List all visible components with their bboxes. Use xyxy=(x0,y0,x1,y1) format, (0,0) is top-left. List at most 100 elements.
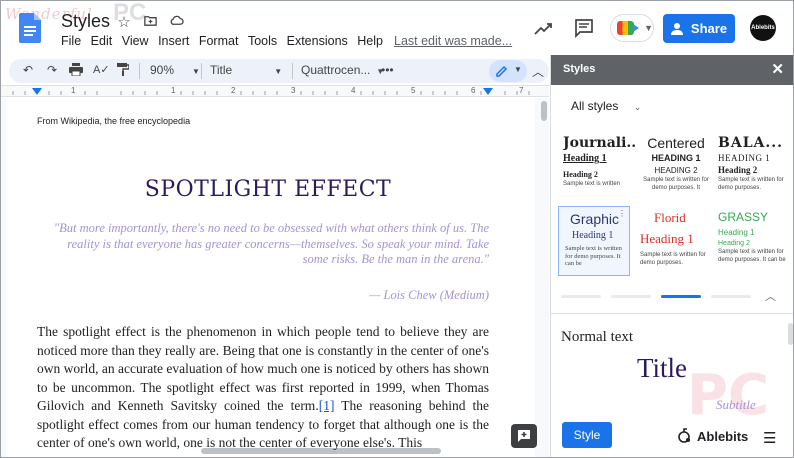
ruler-number: 3 xyxy=(291,86,296,95)
right-indent-marker[interactable] xyxy=(483,88,493,95)
ruler-number: 4 xyxy=(351,86,356,95)
toolbar: ↶ ↷ A✓ 90% ▼ Title ▼ Quattrocen... ▼ ••• ▼ … xyxy=(9,59,549,83)
avatar[interactable]: Ablebits xyxy=(750,15,776,41)
source-line: From Wikipedia, the free encyclopedia xyxy=(37,116,191,126)
carousel-page-indicator[interactable] xyxy=(611,295,651,298)
chevron-down-icon: ▼ xyxy=(514,65,522,74)
cloud-status-icon[interactable] xyxy=(167,13,185,32)
styles-filter-value: All styles xyxy=(571,99,619,113)
header: Wonderful PC Styles ☆ File Edit View Ins… xyxy=(1,1,793,55)
chevron-down-icon: ▼ xyxy=(274,67,283,76)
style-tile-graphic[interactable]: Graphic Heading 1 Sample text is written… xyxy=(558,206,630,276)
pencil-icon xyxy=(496,65,508,77)
style-tile-grassy[interactable]: GRASSY Heading 1 Heading 2 Sample text i… xyxy=(718,210,790,280)
paint-format-icon[interactable] xyxy=(117,63,130,79)
title-icons: ☆ xyxy=(115,13,185,32)
explore-button[interactable] xyxy=(511,424,537,448)
menu-view[interactable]: View xyxy=(122,34,149,48)
docs-logo-icon[interactable] xyxy=(19,13,41,43)
meet-button[interactable]: ▼ xyxy=(610,14,654,42)
ablebits-label: Ablebits xyxy=(697,428,749,444)
tile-body: Sample text is written for demo purposes… xyxy=(643,177,709,191)
menu-icon[interactable]: ☰ xyxy=(763,429,776,447)
preview-title: Title xyxy=(637,353,688,383)
menu-file[interactable]: File xyxy=(61,34,81,48)
share-button[interactable]: Share xyxy=(663,14,735,43)
ruler-number: 1 xyxy=(71,86,76,95)
move-icon[interactable] xyxy=(141,13,159,32)
left-indent-marker[interactable] xyxy=(32,88,42,95)
carousel-page-indicator-active[interactable] xyxy=(661,295,701,298)
app-window: Wonderful PC Styles ☆ File Edit View Ins… xyxy=(0,0,794,458)
tile-title: Florid xyxy=(654,210,686,225)
tile-body: Sample text is written xyxy=(563,181,621,187)
panel-scrollbar[interactable] xyxy=(788,323,793,345)
redo-icon[interactable]: ↷ xyxy=(47,63,57,77)
menu-help[interactable]: Help xyxy=(357,34,383,48)
tile-heading2: Heading 2 xyxy=(563,170,598,179)
vertical-scrollbar[interactable] xyxy=(541,101,547,121)
chevron-up-icon[interactable]: ︿ xyxy=(765,288,776,304)
ruler[interactable]: 1 1 2 3 4 5 6 7 xyxy=(1,85,549,97)
ablebits-brand[interactable]: Ablebits xyxy=(677,428,748,444)
tile-heading1: HEADING 1 xyxy=(718,153,771,163)
print-icon[interactable] xyxy=(69,63,83,79)
ruler-number: 6 xyxy=(471,86,476,95)
chevron-down-icon: ▼ xyxy=(192,67,200,76)
preview-normal-text: Normal text xyxy=(561,329,634,345)
citation-link[interactable]: [1] xyxy=(319,398,335,413)
menu-format[interactable]: Format xyxy=(199,34,239,48)
style-value: Title xyxy=(210,63,233,77)
ruler-number: 7 xyxy=(519,86,524,95)
star-icon[interactable]: ☆ xyxy=(115,13,133,32)
editing-mode-button[interactable]: ▼ xyxy=(489,60,527,82)
tile-heading1: Heading 1 xyxy=(572,230,614,241)
more-vert-icon[interactable]: ⋮ xyxy=(618,209,626,218)
tile-body: Sample text is written for demo purposes… xyxy=(640,252,706,266)
body-paragraph: The spotlight effect is the phenomenon i… xyxy=(37,323,489,453)
style-tile-balance[interactable]: BALA... HEADING 1 Heading 2 Sample text … xyxy=(718,135,790,205)
document-heading: SPOTLIGHT EFFECT xyxy=(144,177,392,202)
zoom-select[interactable]: 90% ▼ xyxy=(150,63,200,77)
tile-heading1: HEADING 1 xyxy=(651,153,701,163)
collapse-toolbar-icon[interactable]: ︿ xyxy=(532,63,544,80)
style-tile-centered[interactable]: Centered HEADING 1 HEADING 2 Sample text… xyxy=(640,135,712,205)
carousel-page-indicator[interactable] xyxy=(711,295,751,298)
style-button[interactable]: Style xyxy=(562,422,612,448)
last-edit-link[interactable]: Last edit was made... xyxy=(394,34,512,48)
person-add-icon xyxy=(670,22,683,35)
style-tile-journalism[interactable]: Journali... Heading 1 Heading 2 Sample t… xyxy=(563,135,635,205)
styles-panel: Styles ✕ All styles ⌄ Journali... Headin… xyxy=(550,55,793,457)
menu-edit[interactable]: Edit xyxy=(91,34,113,48)
font-select[interactable]: Quattrocen... ▼ xyxy=(301,63,384,77)
meet-camera-icon xyxy=(617,21,640,35)
quote-text: "But more importantly, there's no need t… xyxy=(53,221,489,266)
menu-extensions[interactable]: Extensions xyxy=(287,34,348,48)
tile-heading1: Heading 1 xyxy=(563,153,607,164)
tile-heading2: Heading 2 xyxy=(718,165,758,175)
tile-title: Centered xyxy=(647,135,705,151)
menu-bar: File Edit View Insert Format Tools Exten… xyxy=(61,34,393,48)
undo-icon[interactable]: ↶ xyxy=(23,63,33,77)
style-select[interactable]: Title ▼ xyxy=(210,63,282,77)
ruler-number: 2 xyxy=(231,86,236,95)
tile-heading1: Heading 1 xyxy=(640,231,694,246)
spellcheck-icon[interactable]: A✓ xyxy=(93,63,110,76)
ablebits-logo-icon xyxy=(678,428,690,443)
tile-heading2: Heading 2 xyxy=(718,240,750,247)
menu-tools[interactable]: Tools xyxy=(248,34,277,48)
add-comment-icon xyxy=(518,430,530,442)
share-label: Share xyxy=(690,21,728,36)
close-icon[interactable]: ✕ xyxy=(771,60,784,78)
panel-title: Styles xyxy=(563,63,596,75)
activity-trend-icon[interactable] xyxy=(533,19,553,39)
styles-filter-dropdown[interactable]: All styles ⌄ xyxy=(571,99,641,113)
quote-author: — Lois Chew (Medium) xyxy=(369,288,489,302)
comment-history-icon[interactable] xyxy=(574,18,594,38)
menu-insert[interactable]: Insert xyxy=(158,34,189,48)
style-tile-florid[interactable]: Florid Heading 1 Sample text is written … xyxy=(640,210,712,280)
document-title[interactable]: Styles xyxy=(61,11,110,32)
more-options-icon[interactable]: ••• xyxy=(381,63,394,77)
carousel-page-indicator[interactable] xyxy=(561,295,601,298)
tile-heading1: Heading 1 xyxy=(718,228,755,237)
